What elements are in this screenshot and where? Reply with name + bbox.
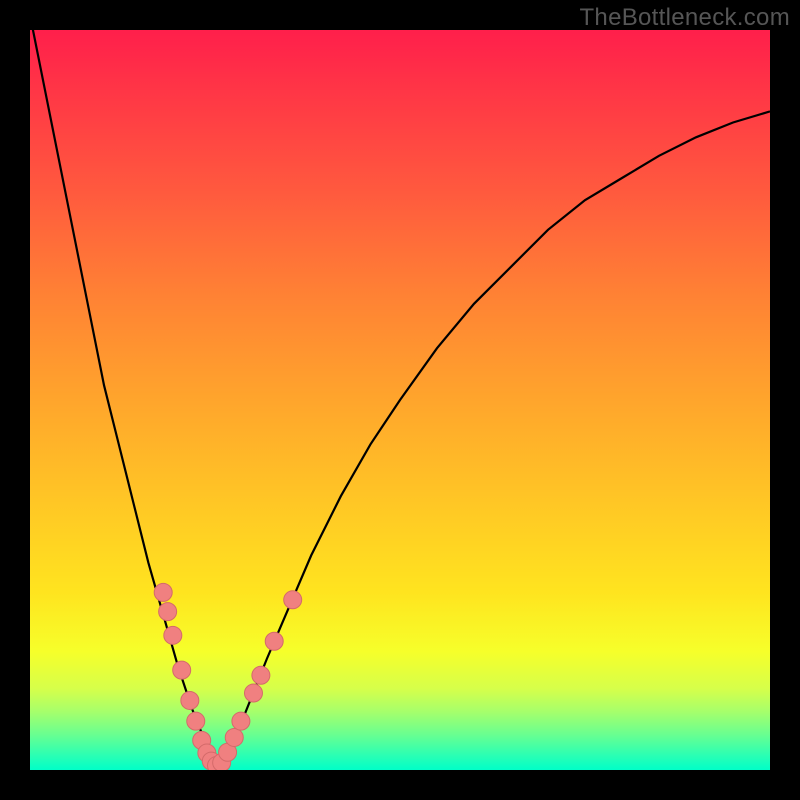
data-marker — [252, 666, 270, 684]
chart-svg — [30, 30, 770, 770]
data-marker — [181, 691, 199, 709]
bottleneck-curve — [30, 30, 770, 766]
data-marker — [159, 603, 177, 621]
data-marker — [225, 728, 243, 746]
data-marker — [154, 583, 172, 601]
watermark-text: TheBottleneck.com — [579, 4, 790, 32]
data-marker — [173, 661, 191, 679]
data-marker — [265, 632, 283, 650]
chart-frame: TheBottleneck.com — [0, 0, 800, 800]
data-marker — [164, 626, 182, 644]
marker-group — [154, 583, 302, 770]
plot-area — [30, 30, 770, 770]
data-marker — [284, 591, 302, 609]
data-marker — [187, 712, 205, 730]
data-marker — [244, 684, 262, 702]
data-marker — [232, 712, 250, 730]
